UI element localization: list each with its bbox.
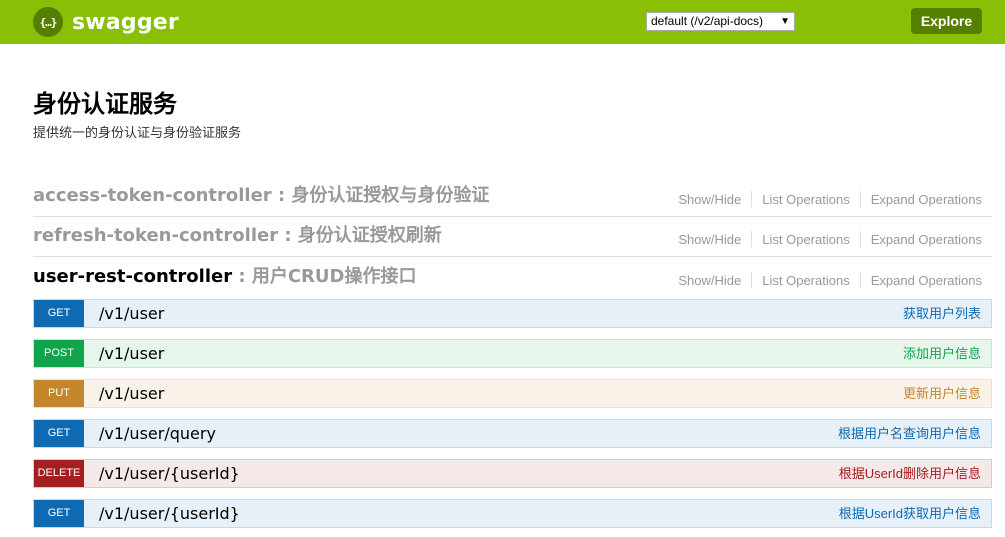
show-hide-link[interactable]: Show/Hide (678, 273, 741, 288)
resource-name: access-token-controller (33, 185, 272, 206)
api-spec-select[interactable]: default (/v2/api-docs) ▼ (646, 12, 795, 31)
divider (859, 231, 861, 247)
operation-summary: 根据UserId获取用户信息 (838, 506, 981, 521)
http-method-badge: GET (34, 420, 84, 447)
resource-heading[interactable]: access-token-controller : 身份认证授权与身份验证 (33, 181, 489, 207)
operation-path: /v1/user/{userId} (99, 464, 240, 483)
operation-get-user-query[interactable]: GET /v1/user/query 根据用户名查询用户信息 (33, 419, 992, 448)
operation-delete-user-by-id[interactable]: DELETE /v1/user/{userId} 根据UserId删除用户信息 (33, 459, 992, 488)
swagger-logo[interactable]: {…} swagger (33, 7, 179, 37)
resource-name: user-rest-controller (33, 266, 233, 287)
api-description: 提供统一的身份认证与身份验证服务 (33, 125, 242, 140)
resource-heading[interactable]: user-rest-controller : 用户CRUD操作接口 (33, 262, 416, 288)
operation-path: /v1/user (99, 304, 165, 323)
operation-get-user-by-id[interactable]: GET /v1/user/{userId} 根据UserId获取用户信息 (33, 499, 992, 528)
expand-operations-link[interactable]: Expand Operations (871, 273, 982, 288)
list-operations-link[interactable]: List Operations (762, 273, 849, 288)
operation-summary: 根据UserId删除用户信息 (838, 466, 981, 481)
operation-path: /v1/user/query (99, 424, 216, 443)
resource-actions: Show/Hide List Operations Expand Operati… (678, 231, 982, 247)
api-title: 身份认证服务 (33, 90, 177, 118)
resource-access-token-controller: access-token-controller : 身份认证授权与身份验证 Sh… (33, 177, 992, 217)
http-method-badge: PUT (34, 380, 84, 407)
divider (751, 191, 753, 207)
resource-actions: Show/Hide List Operations Expand Operati… (678, 191, 982, 207)
operation-summary: 获取用户列表 (902, 306, 981, 321)
resource-refresh-token-controller: refresh-token-controller : 身份认证授权刷新 Show… (33, 217, 992, 257)
operation-summary: 根据用户名查询用户信息 (837, 426, 981, 441)
operation-put-user[interactable]: PUT /v1/user 更新用户信息 (33, 379, 992, 408)
swagger-logo-icon: {…} (33, 7, 63, 37)
divider (859, 272, 861, 288)
expand-operations-link[interactable]: Expand Operations (871, 192, 982, 207)
explore-button[interactable]: Explore (911, 8, 982, 34)
show-hide-link[interactable]: Show/Hide (678, 192, 741, 207)
top-header: {…} swagger default (/v2/api-docs) ▼ Exp… (0, 0, 1005, 44)
list-operations-link[interactable]: List Operations (762, 192, 849, 207)
divider (751, 231, 753, 247)
resource-description: : 用户CRUD操作接口 (232, 266, 417, 287)
operation-post-user[interactable]: POST /v1/user 添加用户信息 (33, 339, 992, 368)
show-hide-link[interactable]: Show/Hide (678, 232, 741, 247)
resource-heading[interactable]: refresh-token-controller : 身份认证授权刷新 (33, 221, 442, 247)
http-method-badge: GET (34, 300, 84, 327)
list-operations-link[interactable]: List Operations (762, 232, 849, 247)
dropdown-arrow-icon: ▼ (780, 16, 790, 27)
resource-description: : 身份认证授权刷新 (278, 225, 442, 246)
expand-operations-link[interactable]: Expand Operations (871, 232, 982, 247)
resource-description: : 身份认证授权与身份验证 (271, 185, 490, 206)
divider (859, 191, 861, 207)
http-method-badge: GET (34, 500, 84, 527)
logo-text: swagger (72, 9, 179, 35)
api-spec-select-value: default (/v2/api-docs) (651, 14, 764, 28)
operation-summary: 添加用户信息 (902, 346, 981, 361)
resource-actions: Show/Hide List Operations Expand Operati… (678, 272, 982, 288)
resource-user-rest-controller: user-rest-controller : 用户CRUD操作接口 Show/H… (33, 257, 992, 295)
resource-name: refresh-token-controller (33, 225, 279, 246)
http-method-badge: POST (34, 340, 84, 367)
operation-get-user-list[interactable]: GET /v1/user 获取用户列表 (33, 299, 992, 328)
operation-summary: 更新用户信息 (902, 386, 981, 401)
operation-path: /v1/user/{userId} (99, 504, 240, 523)
operation-path: /v1/user (99, 384, 165, 403)
divider (751, 272, 753, 288)
http-method-badge: DELETE (34, 460, 84, 487)
operation-path: /v1/user (99, 344, 165, 363)
